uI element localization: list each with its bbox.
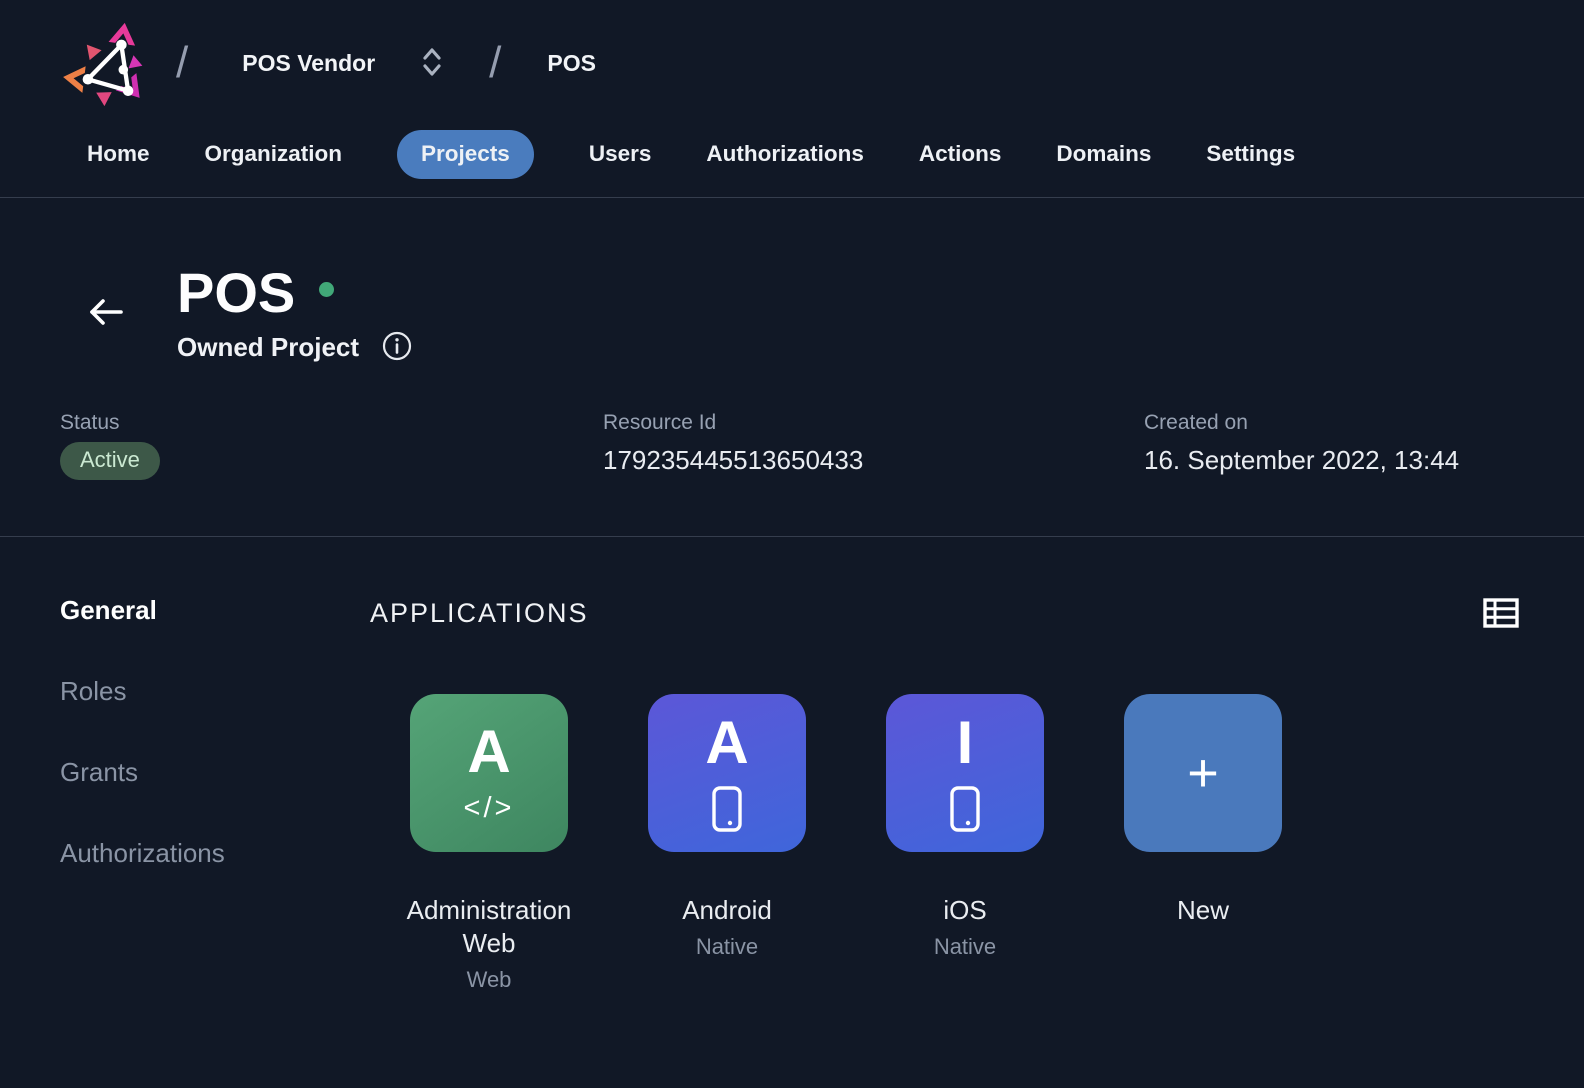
page-title: POS	[177, 262, 295, 324]
app-tile: A	[648, 694, 806, 852]
sidebar-item-general[interactable]: General	[60, 595, 157, 626]
arrow-left-icon	[85, 295, 127, 332]
applications-heading: APPLICATIONS	[370, 595, 589, 631]
breadcrumb-project[interactable]: POS	[547, 50, 596, 77]
app-tile: +	[1124, 694, 1282, 852]
nav-item-settings[interactable]: Settings	[1206, 131, 1295, 178]
sidebar-item-roles[interactable]: Roles	[60, 676, 126, 707]
app-initial: A	[467, 722, 510, 782]
smartphone-icon	[949, 785, 981, 833]
app-type: Web	[467, 967, 512, 993]
project-subtitle: Owned Project	[177, 332, 359, 363]
add-application-card[interactable]: + New	[1108, 694, 1298, 994]
top-bar: / POS Vendor / POS	[0, 0, 1584, 112]
created-on-label: Created on	[1144, 411, 1459, 435]
nav-item-organization[interactable]: Organization	[205, 131, 343, 178]
status-dot	[319, 282, 334, 297]
app-card-android[interactable]: A Android Native	[632, 694, 822, 994]
app-name: Android	[682, 894, 772, 927]
app-type: Native	[696, 934, 758, 960]
info-button[interactable]	[381, 330, 413, 365]
main-nav: Home Organization Projects Users Authori…	[0, 112, 1584, 198]
app-type: Native	[934, 934, 996, 960]
code-icon: </>	[464, 794, 515, 823]
project-meta-row: Status Active Resource Id 17923544551365…	[0, 411, 1584, 480]
status-badge: Active	[60, 442, 160, 480]
app-card-administration-web[interactable]: A </> Administration Web Web	[394, 694, 584, 994]
app-card-ios[interactable]: I iOS Native	[870, 694, 1060, 994]
app-tile: A </>	[410, 694, 568, 852]
app-name: Administration Web	[394, 894, 584, 961]
table-view-icon	[1482, 597, 1520, 632]
resource-id-label: Resource Id	[603, 411, 1144, 435]
status-label: Status	[60, 411, 603, 435]
content-section: General Roles Grants Authorizations APPL…	[0, 537, 1584, 994]
back-button[interactable]	[85, 295, 127, 332]
smartphone-icon	[711, 785, 743, 833]
info-circle-icon	[381, 330, 413, 365]
nav-item-domains[interactable]: Domains	[1056, 131, 1151, 178]
app-tile: I	[886, 694, 1044, 852]
breadcrumb-separator: /	[489, 38, 501, 88]
org-switcher-button[interactable]	[421, 46, 443, 81]
table-view-button[interactable]	[1482, 597, 1520, 632]
app-initial: A	[705, 713, 748, 773]
resource-id-value: 179235445513650433	[603, 445, 1144, 476]
nav-item-actions[interactable]: Actions	[919, 131, 1002, 178]
app-initial: I	[957, 713, 974, 773]
nav-item-authorizations[interactable]: Authorizations	[706, 131, 864, 178]
nav-item-users[interactable]: Users	[589, 131, 652, 178]
nav-item-home[interactable]: Home	[87, 131, 150, 178]
application-cards: A </> Administration Web Web A Andro	[394, 694, 1520, 994]
applications-panel: APPLICATIONS A </> Administra	[370, 595, 1584, 994]
app-name: iOS	[943, 894, 986, 927]
breadcrumb-separator: /	[176, 38, 188, 88]
project-header-section: POS Owned Project Status	[0, 198, 1584, 537]
sidebar-item-authorizations[interactable]: Authorizations	[60, 838, 225, 869]
plus-icon: +	[1187, 746, 1219, 800]
project-sidebar: General Roles Grants Authorizations	[0, 595, 370, 994]
unfold-chevrons-icon	[421, 46, 443, 81]
breadcrumb-organization[interactable]: POS Vendor	[242, 50, 375, 77]
app-name: New	[1177, 894, 1229, 927]
sidebar-item-grants[interactable]: Grants	[60, 757, 138, 788]
zitadel-logo-icon[interactable]	[60, 19, 156, 107]
created-on-value: 16. September 2022, 13:44	[1144, 445, 1459, 476]
nav-item-projects[interactable]: Projects	[397, 130, 534, 179]
